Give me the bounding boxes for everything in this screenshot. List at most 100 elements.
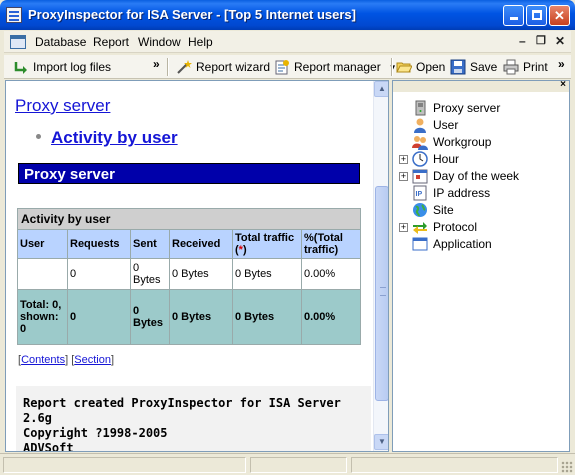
bullet <box>36 134 41 139</box>
vertical-scrollbar[interactable]: ▲ ▼ <box>373 81 388 451</box>
status-cell <box>351 457 558 473</box>
report-footer: Report created ProxyInspector for ISA Se… <box>16 386 371 451</box>
window-title: ProxyInspector for ISA Server - [Top 5 I… <box>28 7 356 22</box>
maximize-icon <box>531 10 542 20</box>
total-percent: 0.00% <box>301 289 361 345</box>
col-received[interactable]: Received <box>169 229 233 259</box>
maximize-button[interactable] <box>526 5 547 26</box>
tree-item-workgroup[interactable]: Workgroup <box>397 134 519 151</box>
expand-icon[interactable]: + <box>399 223 408 232</box>
pane-header: × <box>393 79 569 92</box>
tree-item-application[interactable]: Application <box>397 236 519 253</box>
printer-icon <box>503 59 519 75</box>
tree-item-label: Site <box>433 203 454 217</box>
activity-by-user-link[interactable]: Activity by user <box>51 128 178 148</box>
scroll-down-icon[interactable]: ▼ <box>374 434 388 450</box>
col-percent-total[interactable]: %(Total traffic) <box>301 229 361 259</box>
user-icon <box>412 117 428 133</box>
col-requests[interactable]: Requests <box>67 229 131 259</box>
app-icon <box>6 7 22 23</box>
contents-link[interactable]: Contents <box>21 354 65 366</box>
table-caption: Activity by user <box>17 208 361 230</box>
col-sent[interactable]: Sent <box>130 229 170 259</box>
col-total-traffic[interactable]: Total traffic (*) <box>232 229 302 259</box>
total-requests: 0 <box>67 289 131 345</box>
open-button[interactable]: Open <box>396 59 445 75</box>
expand-icon[interactable]: + <box>399 172 408 181</box>
dimension-tree: Proxy server User Workgroup + Hour + Day… <box>397 100 519 253</box>
tree-item-user[interactable]: User <box>397 117 519 134</box>
status-cell <box>250 457 347 473</box>
save-icon <box>450 59 466 75</box>
minimize-icon <box>509 17 518 20</box>
calendar-icon <box>412 168 428 184</box>
svg-text:IP: IP <box>416 191 423 198</box>
section-link[interactable]: Section <box>74 354 111 366</box>
tree-item-proxy-server[interactable]: Proxy server <box>397 100 519 117</box>
minimize-button[interactable] <box>503 5 524 26</box>
import-log-button[interactable]: Import log files <box>13 59 111 75</box>
activity-table: Activity by user User Requests Sent Rece… <box>17 208 361 345</box>
import-icon <box>13 59 29 75</box>
tree-item-site[interactable]: Site <box>397 202 519 219</box>
tree-item-label: Protocol <box>433 220 478 234</box>
ip-icon: IP <box>412 185 428 201</box>
mdi-close-icon[interactable]: ✕ <box>555 34 565 48</box>
report-content: Proxy server Activity by user Proxy serv… <box>6 81 372 451</box>
pane-close-icon[interactable]: × <box>560 79 566 90</box>
clock-icon <box>412 151 428 167</box>
tree-item-hour[interactable]: + Hour <box>397 151 519 168</box>
total-received: 0 Bytes <box>169 289 233 345</box>
resize-grip-icon[interactable] <box>561 461 573 473</box>
proxy-server-link[interactable]: Proxy server <box>15 96 110 116</box>
total-row: Total: 0, shown: 0 0 0 Bytes 0 Bytes 0 B… <box>17 289 361 345</box>
cell-received: 0 Bytes <box>169 258 233 290</box>
tree-item-protocol[interactable]: + Protocol <box>397 219 519 236</box>
cell-sent: 0 Bytes <box>130 258 170 290</box>
report-wizard-button[interactable]: Report wizard <box>176 59 270 75</box>
document-icon[interactable] <box>10 35 26 49</box>
scroll-up-icon[interactable]: ▲ <box>374 81 388 97</box>
report-pane: Proxy server Activity by user Proxy serv… <box>5 80 389 452</box>
protocol-icon <box>412 219 428 235</box>
tree-item-day-of-week[interactable]: + Day of the week <box>397 168 519 185</box>
menu-bar: Database Report Window Help – ❐ ✕ <box>4 31 571 53</box>
print-button[interactable]: Print <box>503 59 548 75</box>
tree-item-label: Proxy server <box>433 101 501 115</box>
close-icon: ✕ <box>554 8 565 23</box>
window-icon <box>412 236 428 252</box>
report-manager-label: Report manager <box>294 60 381 74</box>
tree-item-label: Hour <box>433 152 460 166</box>
menu-help[interactable]: Help <box>188 35 213 49</box>
report-wizard-label: Report wizard <box>196 60 271 74</box>
col-user[interactable]: User <box>17 229 68 259</box>
tree-item-ip-address[interactable]: IP IP address <box>397 185 519 202</box>
report-manager-icon <box>274 59 290 75</box>
menu-report[interactable]: Report <box>93 35 129 49</box>
expand-icon[interactable]: + <box>399 155 408 164</box>
save-button[interactable]: Save <box>450 59 497 75</box>
import-log-label: Import log files <box>33 60 112 74</box>
table-header-row: User Requests Sent Received Total traffi… <box>17 229 361 259</box>
print-label: Print <box>523 60 548 74</box>
globe-icon <box>412 202 428 218</box>
title-bar: ProxyInspector for ISA Server - [Top 5 I… <box>0 0 575 30</box>
mdi-minimize-icon[interactable]: – <box>519 34 526 48</box>
wand-icon <box>176 59 192 75</box>
cell-percent: 0.00% <box>301 258 361 290</box>
total-label: Total: 0, shown: 0 <box>17 289 68 345</box>
menu-database[interactable]: Database <box>35 35 86 49</box>
footer-line: 2.6g <box>23 411 52 425</box>
tree-item-label: Workgroup <box>433 135 492 149</box>
toolbar-overflow-icon[interactable]: » <box>153 57 160 71</box>
close-button[interactable]: ✕ <box>549 5 570 26</box>
toolbar-overflow-right-icon[interactable]: » <box>558 57 565 71</box>
scroll-thumb[interactable] <box>375 186 388 401</box>
dimensions-pane: × Proxy server User Workgroup + Hour + D… <box>392 79 570 452</box>
report-manager-button[interactable]: Report manager ▼ <box>274 59 397 75</box>
tree-item-label: IP address <box>433 186 491 200</box>
total-sent: 0 Bytes <box>130 289 170 345</box>
mdi-restore-icon[interactable]: ❐ <box>536 34 546 47</box>
menu-window[interactable]: Window <box>138 35 181 49</box>
section-title: Proxy server <box>18 163 360 184</box>
